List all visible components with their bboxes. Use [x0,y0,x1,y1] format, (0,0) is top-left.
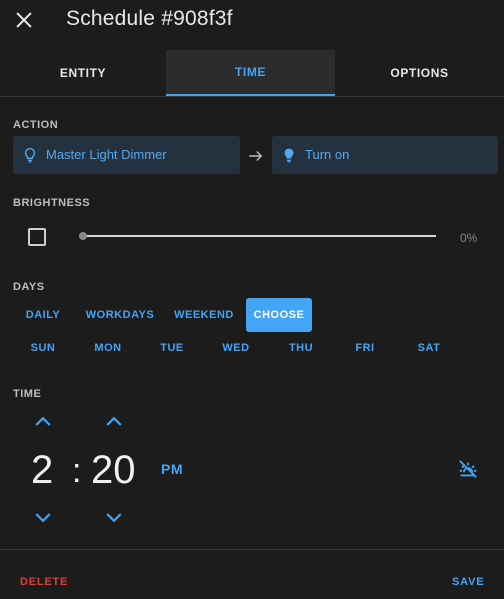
weekday-thu[interactable]: THU [281,342,321,354]
tab-bar: ENTITY TIME OPTIONS [0,50,504,97]
action-label: ACTION [13,119,59,131]
days-mode-daily[interactable]: DAILY [18,298,68,332]
hours-down-chevron-icon[interactable] [32,508,54,526]
hours-value: 2 [31,448,54,492]
brightness-label: BRIGHTNESS [13,197,91,209]
dialog-title: Schedule #908f3f [66,7,233,30]
days-mode-workdays[interactable]: WORKDAYS [80,298,160,332]
weekday-sun[interactable]: SUN [23,342,63,354]
entity-selector[interactable]: Master Light Dimmer [13,136,240,174]
tab-entity[interactable]: ENTITY [0,50,166,96]
brightness-checkbox[interactable] [28,228,46,246]
minutes-down-chevron-icon[interactable] [103,508,125,526]
days-label: DAYS [13,281,45,293]
time-label: TIME [13,388,42,400]
close-icon[interactable] [13,9,35,31]
minutes-value: 20 [91,448,136,492]
brightness-slider-handle[interactable] [79,232,87,240]
footer-divider [0,549,504,550]
minutes-up-chevron-icon[interactable] [103,413,125,431]
tab-options[interactable]: OPTIONS [335,50,504,96]
dialog-header: Schedule #908f3f [0,0,504,40]
brightness-value: 0% [460,231,478,245]
weekday-mon[interactable]: MON [88,342,128,354]
tab-time[interactable]: TIME [166,50,335,96]
days-mode-choose[interactable]: CHOOSE [246,298,312,332]
service-name: Turn on [305,147,350,162]
weather-sunset-off-icon[interactable] [457,458,479,480]
weekday-tue[interactable]: TUE [152,342,192,354]
weekday-sat[interactable]: SAT [409,342,449,354]
am-pm-toggle[interactable]: PM [161,461,183,477]
hours-up-chevron-icon[interactable] [32,413,54,431]
lightbulb-outline-icon [25,147,35,163]
entity-name: Master Light Dimmer [46,147,167,162]
weekday-fri[interactable]: FRI [345,342,385,354]
brightness-slider-track[interactable] [82,235,436,237]
save-button[interactable]: SAVE [452,576,484,588]
service-selector[interactable]: Turn on [272,136,498,174]
arrow-right-icon [249,150,263,162]
weekday-wed[interactable]: WED [216,342,256,354]
delete-button[interactable]: DELETE [20,576,68,588]
days-mode-weekend[interactable]: WEEKEND [168,298,240,332]
time-separator: : [72,452,82,490]
lightbulb-icon [284,148,294,163]
